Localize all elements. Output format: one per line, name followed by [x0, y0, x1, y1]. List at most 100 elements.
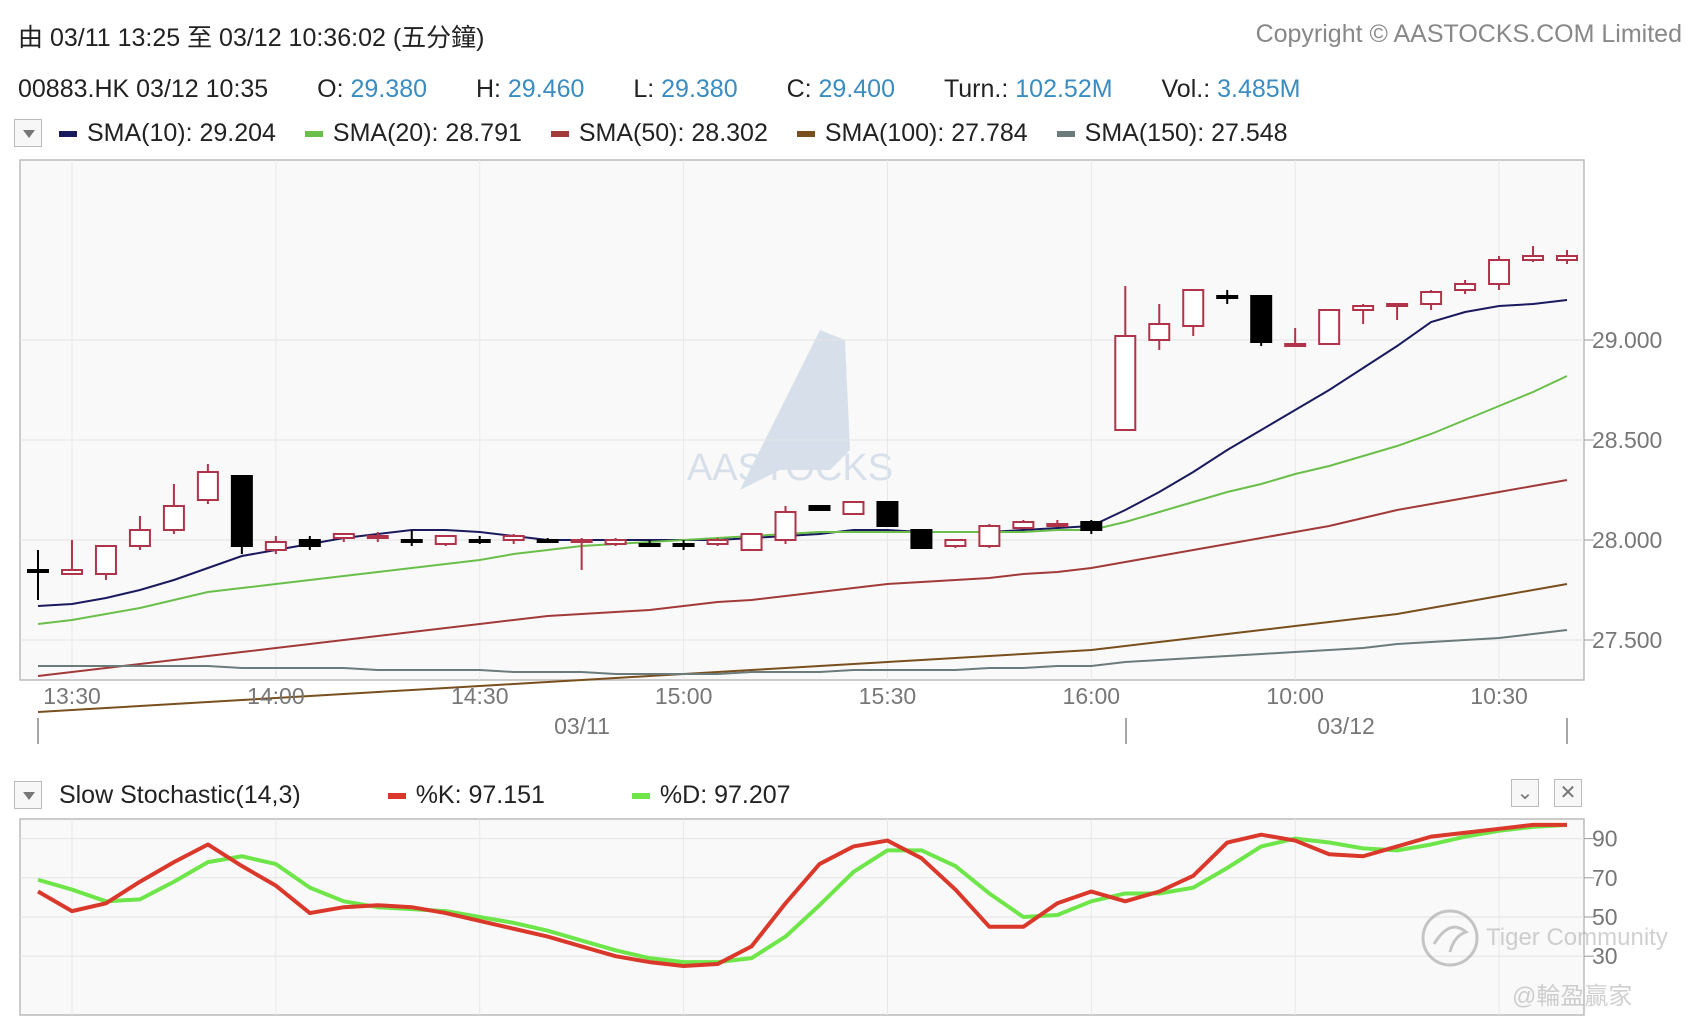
stochastic-title: Slow Stochastic(14,3) [58, 780, 301, 809]
stochastic-legend: Slow Stochastic(14,3) %K: 97.151 %D: 97.… [14, 780, 871, 810]
candle-body [536, 539, 559, 543]
date-label: 03/11 [554, 713, 610, 739]
d-legend: %D: 97.207 [631, 780, 791, 810]
tiger-community-text: Tiger Community [1486, 924, 1668, 951]
candle-body [366, 535, 389, 539]
sma50-legend: SMA(50): 28.302 [550, 118, 768, 148]
k-legend: %K: 97.151 [387, 780, 545, 810]
close-label: C: [786, 75, 812, 103]
candle-body [1012, 521, 1035, 529]
quote-bar: 00883.HK 03/12 10:35 O: 29.380 H: 29.460… [18, 75, 1343, 104]
stochastic-dropdown-button[interactable] [14, 781, 42, 810]
volume-field: Vol.: 3.485M [1162, 75, 1301, 104]
candle-body [196, 471, 219, 501]
candle-body [1386, 303, 1409, 307]
candle-body [638, 543, 661, 547]
sma10-label: SMA(10): 29.204 [86, 118, 276, 147]
volume-label: Vol.: [1161, 75, 1211, 103]
candle-body [706, 539, 729, 545]
candle-body [604, 539, 627, 545]
candle-body [672, 543, 695, 547]
candle-body [1250, 295, 1273, 343]
watermark-brand: AASTOCKS [687, 447, 893, 489]
sma-dropdown-button[interactable] [14, 119, 42, 148]
candle-body [128, 529, 151, 547]
time-tick-label: 13:30 [43, 683, 101, 709]
candle-body [1046, 523, 1069, 527]
sma150-swatch [1056, 131, 1075, 138]
high-value: 29.460 [507, 75, 585, 103]
candle-body [434, 535, 457, 545]
d-label: %D: 97.207 [659, 780, 791, 809]
close-panel-button[interactable]: ✕ [1554, 779, 1582, 807]
candle-body [910, 529, 933, 549]
candle-body [400, 539, 423, 543]
watermark-handle: @輪盈贏家 [1512, 983, 1633, 1010]
close-field: C: 29.400 [787, 75, 895, 104]
time-tick-label: 14:00 [247, 683, 305, 709]
candle-body [1182, 289, 1205, 327]
candle-body [230, 475, 253, 547]
sma20-swatch [304, 131, 323, 138]
time-tick-label: 10:30 [1470, 683, 1528, 709]
price-y-tick-label: 29.000 [1592, 327, 1662, 353]
candle-body [1556, 255, 1578, 261]
low-label: L: [633, 75, 655, 103]
time-tick-label: 16:00 [1063, 683, 1121, 709]
d-swatch [631, 793, 650, 800]
sma100-label: SMA(100): 27.784 [824, 118, 1028, 147]
price-y-tick-label: 27.500 [1592, 627, 1662, 653]
high-field: H: 29.460 [476, 75, 584, 104]
volume-value: 3.485M [1217, 75, 1301, 103]
candle-body [94, 545, 117, 575]
price-y-tick-label: 28.500 [1592, 427, 1662, 453]
stochastic-y-tick-label: 90 [1592, 826, 1618, 852]
candle-body [774, 511, 797, 541]
collapse-panel-button[interactable]: ⌄ [1511, 779, 1539, 807]
candle-body [1454, 283, 1477, 291]
k-swatch [387, 793, 406, 800]
k-label: %K: 97.151 [415, 780, 545, 809]
open-field: O: 29.380 [317, 75, 427, 104]
candle-body [1352, 305, 1375, 311]
candle-body [1284, 343, 1307, 347]
copyright-text: Copyright © AASTOCKS.COM Limited [1255, 20, 1682, 48]
high-label: H: [475, 75, 501, 103]
candle-body [1318, 309, 1341, 345]
candle-body [1148, 323, 1171, 341]
sma50-label: SMA(50): 28.302 [578, 118, 768, 147]
candle-body [27, 569, 49, 573]
sma10-swatch [58, 131, 77, 138]
candle-body [1114, 335, 1137, 431]
candle-body [1420, 291, 1443, 305]
candle-body [944, 539, 967, 547]
turnover-field: Turn.: 102.52M [944, 75, 1113, 104]
symbol-time: 00883.HK 03/12 10:35 [18, 75, 269, 103]
candle-body [298, 539, 321, 547]
candle-body [808, 505, 831, 511]
low-field: L: 29.380 [633, 75, 737, 104]
date-label: 03/12 [1317, 713, 1375, 739]
sma150-legend: SMA(150): 27.548 [1056, 118, 1288, 148]
open-label: O: [317, 75, 344, 103]
time-tick-label: 10:00 [1266, 683, 1324, 709]
price-y-tick-label: 28.000 [1592, 527, 1662, 553]
open-value: 29.380 [350, 75, 427, 103]
sma100-swatch [796, 131, 815, 138]
low-value: 29.380 [661, 75, 738, 103]
turnover-label: Turn.: [943, 75, 1009, 103]
candle-body [264, 541, 287, 551]
sma150-label: SMA(150): 27.548 [1084, 118, 1288, 147]
candle-body [740, 533, 763, 551]
candle-body [1488, 259, 1511, 285]
sma20-label: SMA(20): 28.791 [332, 118, 522, 147]
close-value: 29.400 [818, 75, 895, 103]
candle-body [1216, 295, 1239, 299]
tiger-logo-icon [1421, 909, 1479, 967]
sma100-legend: SMA(100): 27.784 [796, 118, 1028, 148]
candle-body [842, 501, 865, 515]
candle-body [1522, 255, 1545, 261]
candle-body [468, 539, 491, 543]
sma20-legend: SMA(20): 28.791 [304, 118, 522, 148]
time-tick-label: 15:00 [655, 683, 713, 709]
